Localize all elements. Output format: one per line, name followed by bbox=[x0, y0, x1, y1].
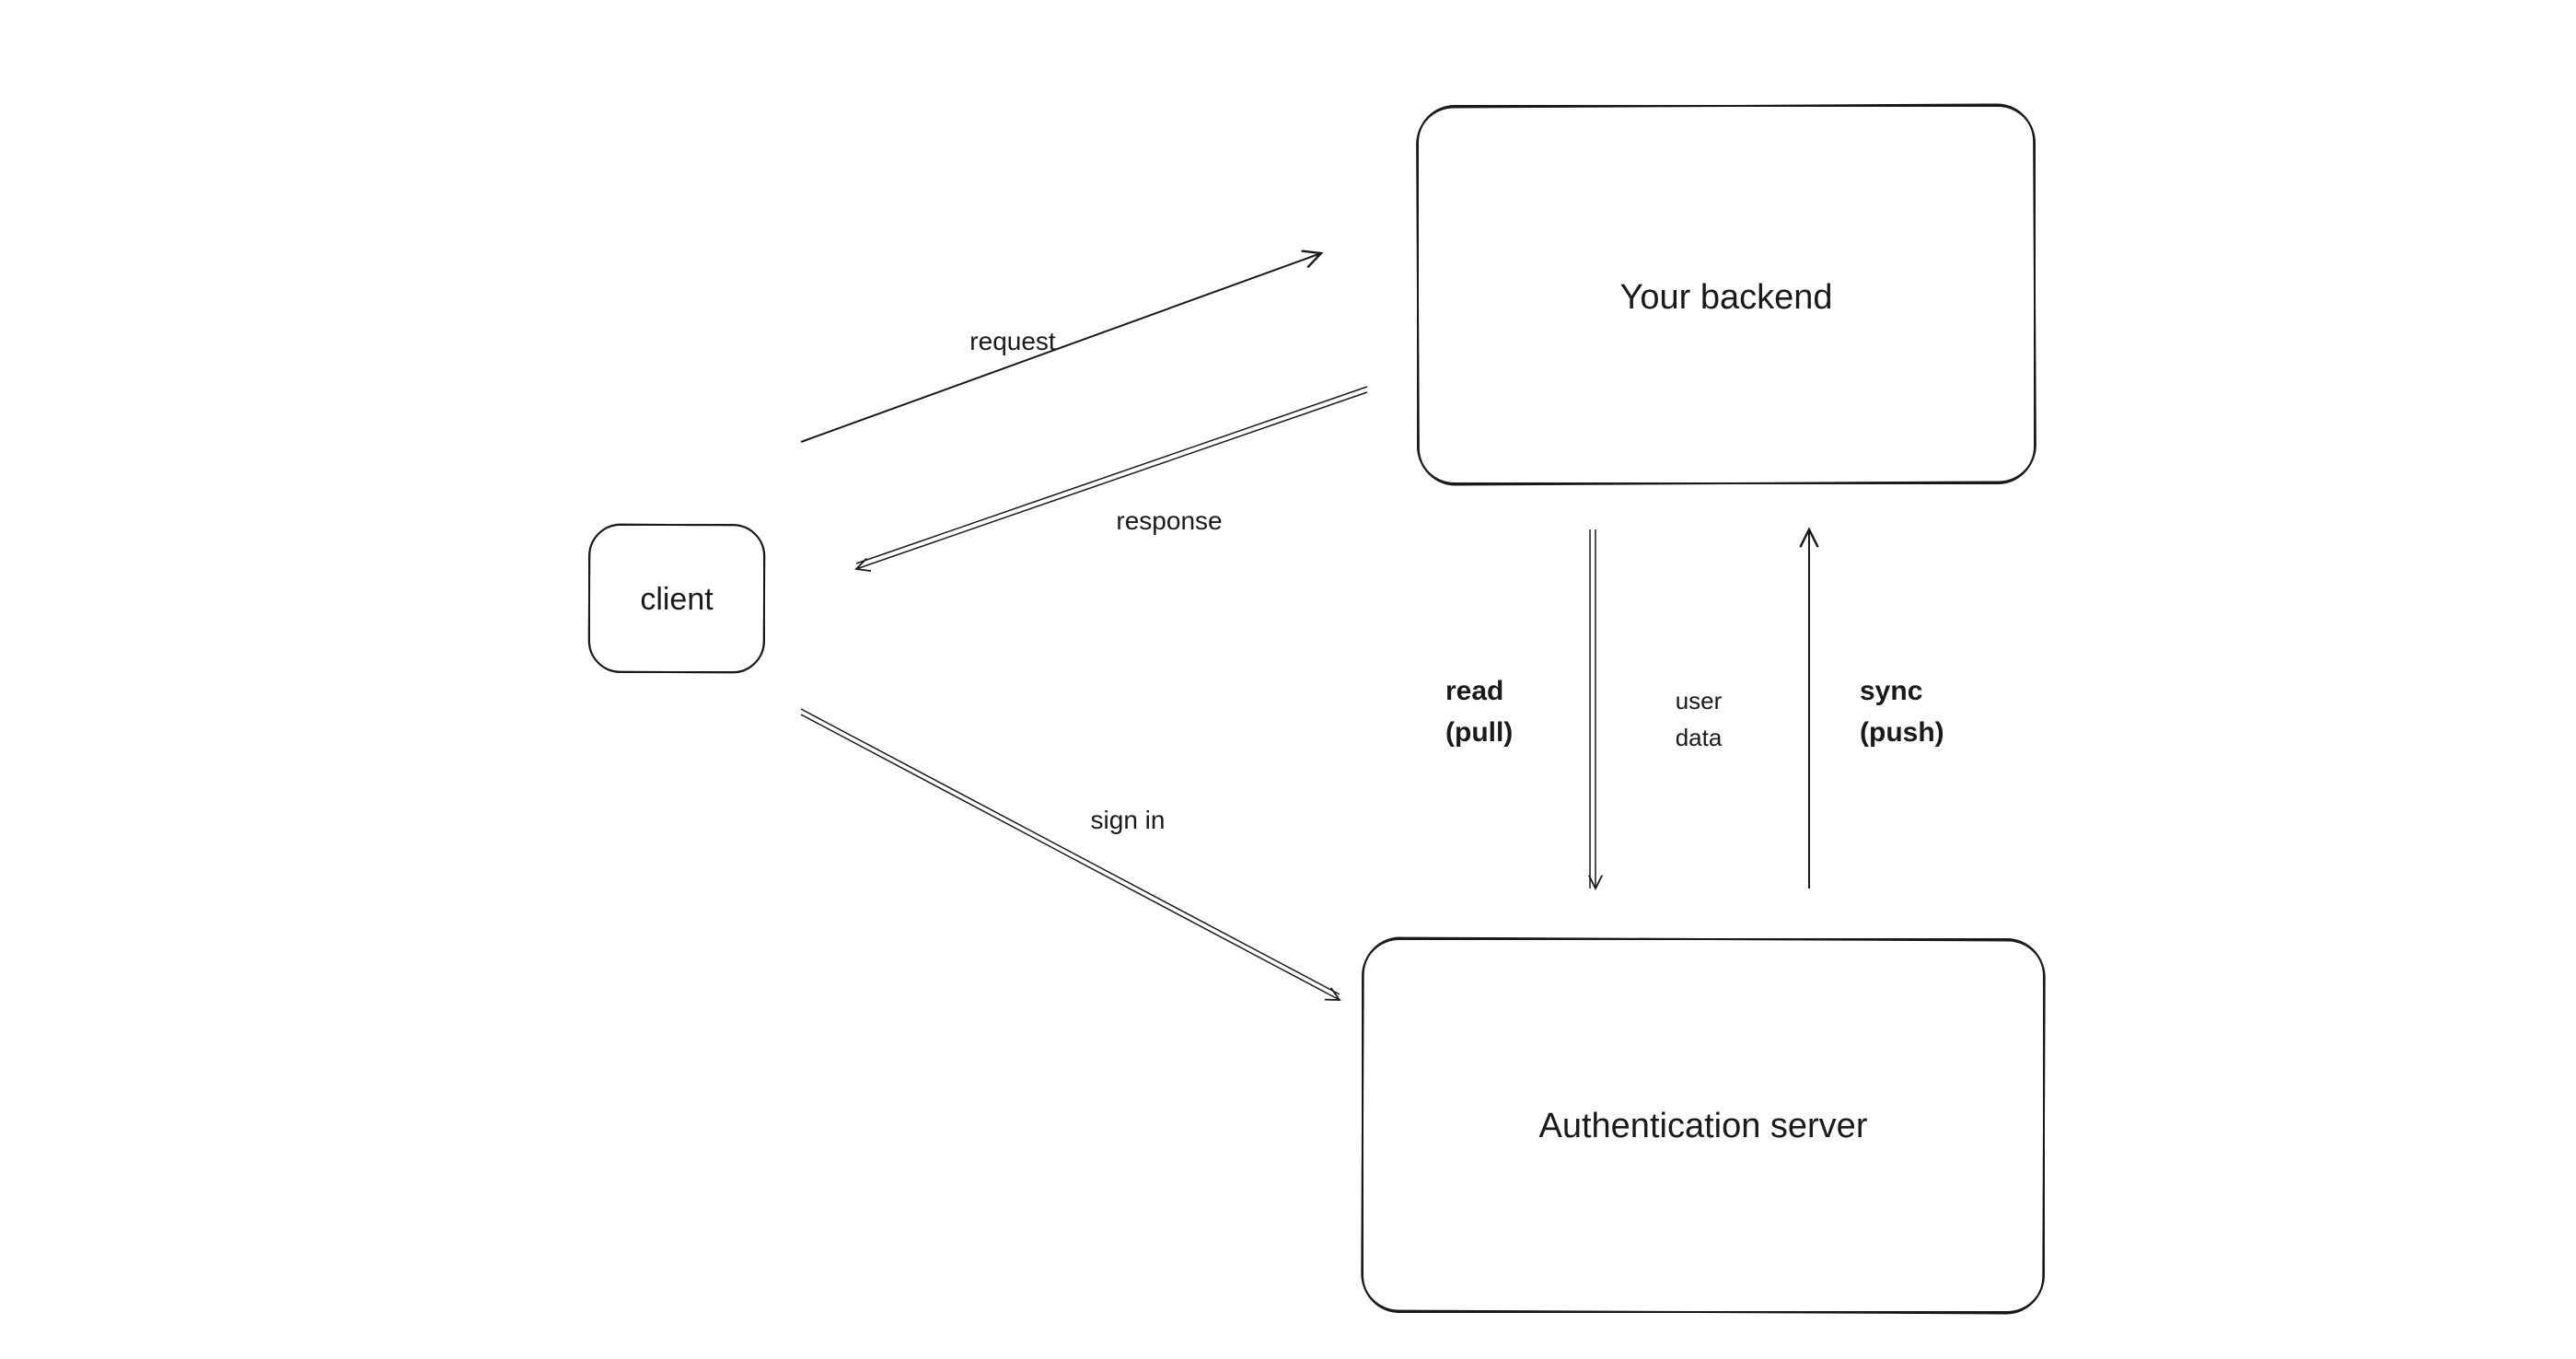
node-backend-label: Your backend bbox=[1619, 278, 1832, 317]
edge-request: request bbox=[801, 253, 1321, 442]
edge-sync-label-l2: (push) bbox=[1860, 717, 1944, 748]
edge-read-label-l1: read bbox=[1445, 676, 1503, 706]
node-auth: Authentication server bbox=[1362, 937, 2045, 1313]
edge-response: response bbox=[856, 387, 1367, 569]
architecture-diagram: client Your backend Authentication serve… bbox=[0, 0, 2576, 1359]
node-client: client bbox=[588, 524, 764, 672]
node-backend: Your backend bbox=[1417, 104, 2036, 485]
label-user-data-l1: user bbox=[1676, 687, 1723, 714]
label-user-data-l2: data bbox=[1676, 724, 1723, 751]
edge-read-label-l2: (pull) bbox=[1445, 717, 1513, 748]
edge-sync-label-l1: sync bbox=[1860, 676, 1922, 706]
node-client-label: client bbox=[640, 582, 714, 617]
edge-read-pull: read (pull) bbox=[1445, 529, 1595, 889]
edge-response-label: response bbox=[1116, 506, 1222, 535]
edge-request-label: request bbox=[969, 327, 1056, 355]
edge-signin: sign in bbox=[801, 709, 1340, 1000]
node-auth-label: Authentication server bbox=[1539, 1107, 1868, 1145]
edge-signin-label: sign in bbox=[1091, 806, 1166, 834]
edge-sync-push: sync (push) bbox=[1809, 529, 1944, 889]
label-user-data: user data bbox=[1676, 687, 1723, 751]
